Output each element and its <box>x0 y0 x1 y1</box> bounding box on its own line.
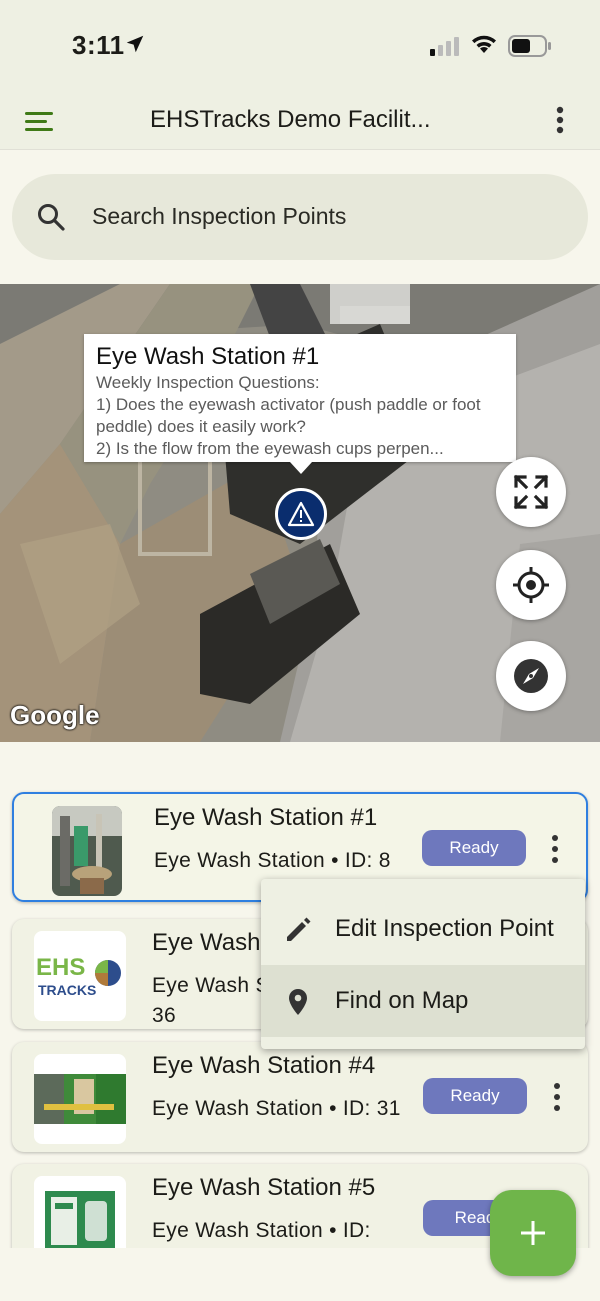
compass-icon <box>514 659 548 693</box>
my-location-button[interactable] <box>496 550 566 620</box>
card-title: Eye Wash Station #4 <box>152 1052 376 1079</box>
hamburger-menu-icon[interactable] <box>22 106 56 136</box>
cellular-signal-icon <box>430 37 459 56</box>
compass-button[interactable] <box>496 641 566 711</box>
card-subtitle: Eye Wash Station • ID: <box>152 1219 371 1242</box>
svg-text:TRACKS: TRACKS <box>38 982 96 998</box>
wifi-icon <box>472 35 496 53</box>
more-vert-icon[interactable] <box>546 102 574 138</box>
clock: 3:11 <box>72 30 125 60</box>
ehs-tracks-logo: EHS TRACKS <box>34 931 126 1021</box>
card-thumbnail-photo <box>34 1054 126 1144</box>
status-badge: Ready <box>423 1078 527 1114</box>
plus-icon <box>521 1221 545 1245</box>
page-title: EHSTracks Demo Facilit... <box>150 106 431 133</box>
fullscreen-icon <box>513 474 549 510</box>
map-pin-icon <box>289 989 307 1015</box>
card-title: Eye Wash <box>152 929 261 956</box>
status-bar: 3:11 <box>0 0 600 92</box>
card-subtitle: Eye Wash Station • ID: 8 <box>154 849 391 872</box>
search-input[interactable]: Search Inspection Points <box>92 203 346 230</box>
status-badge: Ready <box>422 830 526 866</box>
menu-item-label: Edit Inspection Point <box>335 915 554 942</box>
battery-icon <box>508 35 551 57</box>
google-attribution: Google <box>10 700 100 730</box>
card-thumbnail-photo <box>34 1176 126 1248</box>
svg-text:EHS: EHS <box>36 954 85 981</box>
card-subtitle: Eye Wash Station • ID: 31 <box>152 1097 401 1120</box>
my-location-icon <box>513 567 549 603</box>
app-bar: EHSTracks Demo Facilit... <box>0 92 600 150</box>
search-bar[interactable]: Search Inspection Points <box>12 174 588 260</box>
add-inspection-point-button[interactable] <box>490 1190 576 1276</box>
search-icon <box>38 204 65 231</box>
warning-icon <box>287 501 315 527</box>
map-marker[interactable] <box>275 488 327 540</box>
menu-item-find-on-map[interactable]: Find on Map <box>261 965 585 1037</box>
card-thumbnail-photo <box>52 806 122 896</box>
info-window-title: Eye Wash Station #1 <box>96 343 320 370</box>
fullscreen-button[interactable] <box>496 457 566 527</box>
menu-item-edit-inspection-point[interactable]: Edit Inspection Point <box>261 893 585 965</box>
more-vert-icon[interactable] <box>548 832 562 866</box>
map-info-window[interactable]: Eye Wash Station #1 Weekly Inspection Qu… <box>84 334 516 462</box>
card-overflow-menu: Edit Inspection Point Find on Map <box>261 879 585 1049</box>
card-title: Eye Wash Station #1 <box>154 804 378 831</box>
menu-item-label: Find on Map <box>335 987 469 1014</box>
info-window-body: Weekly Inspection Questions: 1) Does the… <box>96 373 481 458</box>
info-window-pointer <box>290 462 312 474</box>
card-title: Eye Wash Station #5 <box>152 1174 376 1201</box>
more-vert-icon[interactable] <box>550 1080 564 1114</box>
location-arrow-icon <box>126 35 144 53</box>
inspection-point-card[interactable]: Eye Wash Station #4 Eye Wash Station • I… <box>12 1042 588 1152</box>
pencil-icon <box>287 917 311 941</box>
